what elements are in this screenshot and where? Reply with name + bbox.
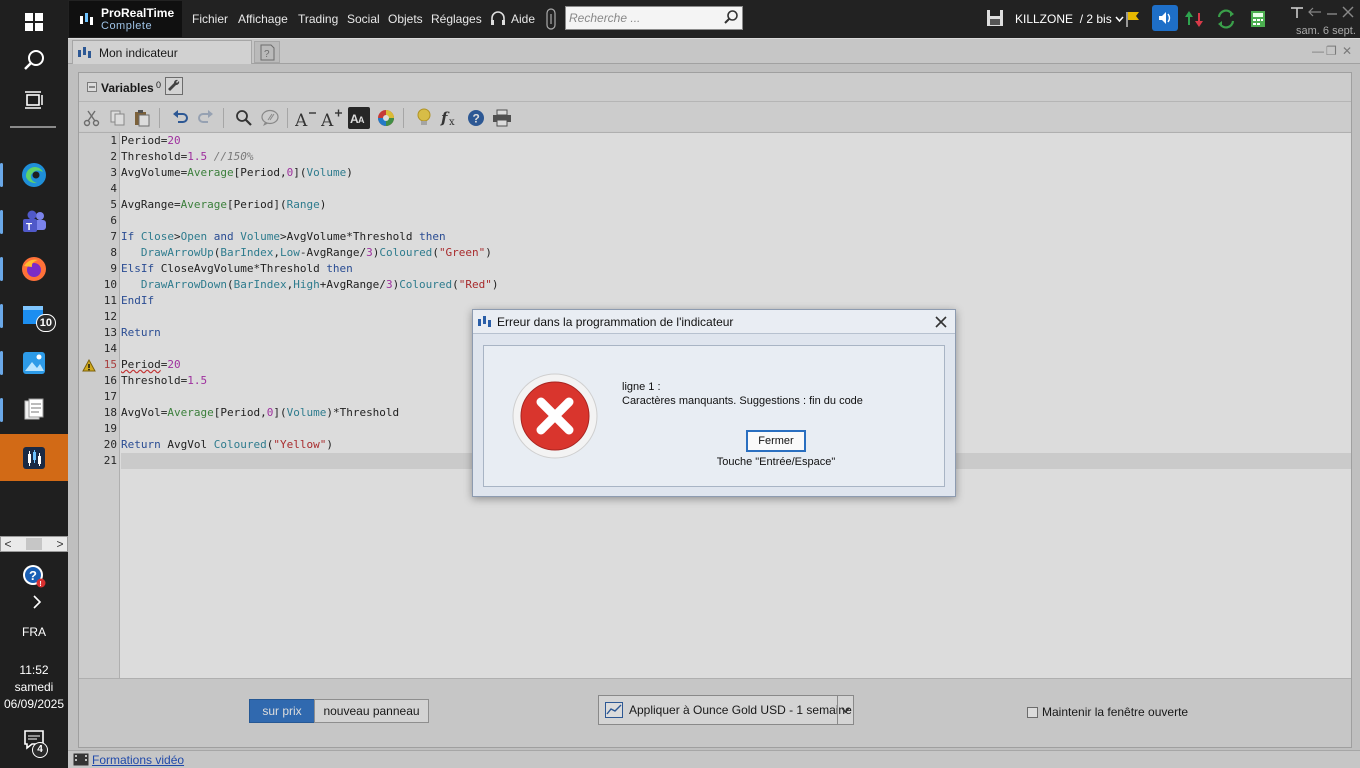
sync-icon[interactable] — [1215, 8, 1237, 30]
menu-affichage[interactable]: Affichage — [238, 12, 288, 26]
edge-icon — [22, 163, 46, 187]
error-line-label: ligne 1 : — [622, 381, 661, 393]
dialog-close-button[interactable] — [931, 312, 951, 332]
search-taskbar-button[interactable] — [0, 38, 68, 82]
flag-icon[interactable] — [1125, 10, 1141, 28]
clock-date[interactable]: 06/09/2025 — [0, 697, 68, 711]
headset-icon[interactable] — [489, 10, 507, 28]
prorealtime-app[interactable] — [0, 434, 68, 481]
show-hidden-icons-button[interactable] — [0, 580, 68, 624]
app-10-windows[interactable]: 10 — [0, 294, 68, 338]
indicator-icon — [478, 315, 491, 327]
fermer-button[interactable]: Fermer — [746, 430, 806, 452]
keyboard-hint: Touche "Entrée/Espace" — [716, 456, 836, 468]
photos-icon — [23, 352, 45, 374]
save-workspace-icon[interactable] — [986, 9, 1004, 27]
firefox-app[interactable] — [0, 247, 68, 291]
error-dialog: Erreur dans la programmation de l'indica… — [472, 309, 956, 497]
close-app-icon[interactable] — [1342, 6, 1354, 18]
clock-time[interactable]: 11:52 — [0, 663, 68, 677]
photos-app[interactable] — [0, 341, 68, 385]
speaker-icon — [1159, 12, 1171, 24]
link-icon[interactable] — [546, 8, 556, 30]
teams-app[interactable]: T — [0, 200, 68, 244]
chevron-down-icon — [1115, 16, 1124, 23]
taskbar-scrollbar[interactable]: < > — [0, 536, 68, 552]
error-message: Caractères manquants. Suggestions : fin … — [622, 395, 863, 407]
lamp-icon[interactable] — [1290, 6, 1304, 20]
taskbar-separator — [10, 126, 56, 128]
main-menu-bar: ProRealTime Complete Fichier Affichage T… — [68, 0, 1360, 38]
windows-icon — [25, 13, 43, 31]
scroll-left-icon[interactable]: < — [1, 537, 15, 551]
logo-subtitle: Complete — [101, 19, 153, 32]
dialog-title-bar: Erreur dans la programmation de l'indica… — [473, 310, 955, 334]
prorealtime-logo-icon — [80, 13, 93, 25]
notification-count-badge: 4 — [32, 742, 48, 758]
task-view-icon — [25, 91, 43, 109]
input-language[interactable]: FRA — [0, 625, 68, 639]
dialog-body: ligne 1 : Caractères manquants. Suggesti… — [483, 345, 945, 487]
menu-trading[interactable]: Trading — [298, 12, 338, 26]
menu-social[interactable]: Social — [347, 12, 380, 26]
workspace-suffix: / 2 bis — [1079, 12, 1112, 26]
minimize-icon[interactable] — [1326, 6, 1338, 18]
search-icon[interactable] — [723, 9, 739, 25]
scroll-right-icon[interactable]: > — [53, 537, 67, 551]
workspace-selector[interactable]: KILLZONE / 2 bis — [1015, 12, 1124, 26]
minimize-left-icon[interactable] — [1308, 6, 1322, 18]
alerts-icon[interactable] — [1185, 8, 1207, 30]
firefox-icon — [22, 257, 46, 281]
app-logo: ProRealTime Complete — [69, 1, 182, 37]
prorealtime-icon — [23, 446, 45, 469]
header-date: sam. 6 sept. — [1296, 25, 1356, 37]
dialog-title: Erreur dans la programmation de l'indica… — [497, 314, 734, 329]
edge-app[interactable] — [0, 153, 68, 197]
clock-day[interactable]: samedi — [0, 680, 68, 694]
search-input[interactable] — [565, 6, 743, 30]
calculator-icon[interactable] — [1250, 10, 1266, 28]
search-icon — [24, 50, 44, 70]
close-icon — [935, 316, 947, 328]
task-view-button[interactable] — [0, 78, 68, 122]
windows-taskbar: T 10 < > ?! FRA 11:52 samedi 06/09/2025 … — [0, 0, 68, 768]
workspace-name: KILLZONE — [1015, 12, 1074, 26]
logo-title: ProRealTime — [101, 5, 175, 20]
file-app[interactable] — [0, 388, 68, 432]
documents-icon — [24, 398, 44, 420]
window-count-badge: 10 — [35, 314, 56, 332]
teams-icon: T — [23, 210, 46, 233]
notifications-button[interactable]: 4 — [0, 718, 68, 762]
svg-text:T: T — [26, 222, 32, 233]
menu-fichier[interactable]: Fichier — [192, 12, 228, 26]
chevron-right-icon — [33, 595, 42, 609]
error-icon — [512, 373, 598, 459]
menu-reglages[interactable]: Réglages — [431, 12, 482, 26]
scroll-thumb[interactable] — [26, 538, 42, 550]
sound-button[interactable] — [1152, 5, 1178, 31]
menu-objets[interactable]: Objets — [388, 12, 423, 26]
menu-aide[interactable]: Aide — [511, 12, 535, 26]
